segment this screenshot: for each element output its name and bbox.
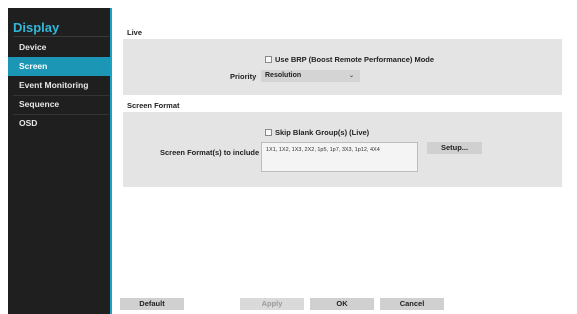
sidebar-item-event-monitoring[interactable]: Event Monitoring: [8, 76, 110, 95]
brp-label: Use BRP (Boost Remote Performance) Mode: [275, 55, 435, 64]
window: Display Device Screen Event Monitoring S…: [0, 0, 577, 314]
sidebar-title: Display: [13, 20, 60, 35]
sidebar: Display Device Screen Event Monitoring S…: [8, 8, 110, 314]
screen-format-include-label: Screen Format(s) to include: [160, 148, 260, 157]
skip-blank-checkbox[interactable]: [265, 129, 272, 136]
apply-button[interactable]: Apply: [240, 298, 304, 310]
setup-button[interactable]: Setup...: [427, 142, 482, 154]
priority-value: Resolution: [265, 72, 302, 79]
default-button[interactable]: Default: [120, 298, 184, 310]
screen-format-panel: Skip Blank Group(s) (Live) Screen Format…: [123, 112, 562, 187]
live-panel: Use BRP (Boost Remote Performance) Mode …: [123, 39, 562, 95]
skip-blank-label: Skip Blank Group(s) (Live): [275, 128, 370, 137]
priority-label: Priority: [230, 72, 257, 81]
screen-format-list[interactable]: 1X1, 1X2, 1X3, 2X2, 1p5, 1p7, 3X3, 1p12,…: [261, 142, 418, 172]
screen-format-section-title: Screen Format: [127, 101, 180, 110]
sidebar-divider: [13, 36, 109, 37]
brp-checkbox[interactable]: [265, 56, 272, 63]
sidebar-item-sequence[interactable]: Sequence: [8, 95, 110, 114]
settings-content: Live Use BRP (Boost Remote Performance) …: [112, 8, 571, 314]
sidebar-item-device[interactable]: Device: [8, 38, 110, 57]
sidebar-item-screen[interactable]: Screen: [8, 57, 110, 76]
cancel-button[interactable]: Cancel: [380, 298, 444, 310]
ok-button[interactable]: OK: [310, 298, 374, 310]
priority-dropdown[interactable]: Resolution ⌄: [261, 70, 360, 82]
chevron-down-icon: ⌄: [348, 73, 354, 79]
sidebar-item-osd[interactable]: OSD: [8, 114, 110, 133]
live-section-title: Live: [127, 28, 143, 37]
